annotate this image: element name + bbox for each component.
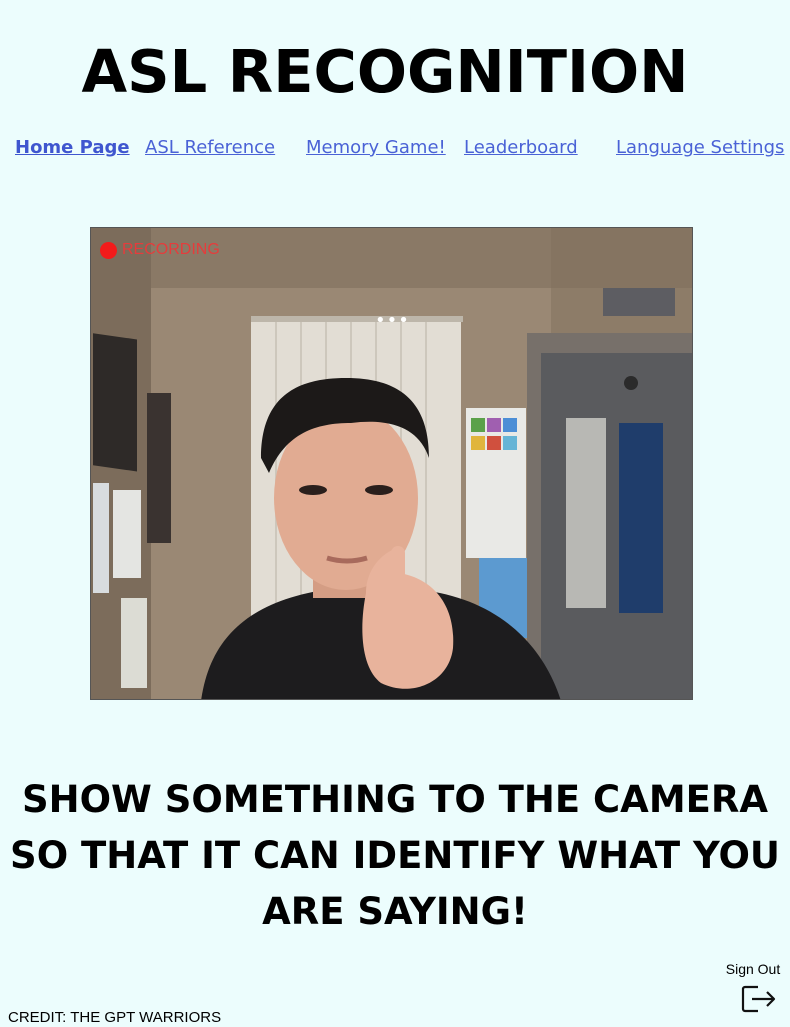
nav-link-memory-game[interactable]: Memory Game! (306, 136, 446, 160)
nav-link-asl-reference[interactable]: ASL Reference (145, 136, 275, 160)
instruction-line: ARE SAYING! (262, 890, 528, 933)
camera-video-frame (91, 228, 692, 699)
recording-dot-icon (100, 241, 117, 259)
nav-link-home[interactable]: Home Page (15, 136, 130, 160)
nav-link-leaderboard[interactable]: Leaderboard (464, 136, 578, 160)
more-horizontal-icon[interactable]: ••• (375, 312, 410, 330)
recording-indicator: RECORDING (100, 241, 220, 259)
page-title: ASL RECOGNITION (81, 37, 689, 106)
camera-feed[interactable]: RECORDING ••• (90, 227, 693, 700)
nav-link-language-settings[interactable]: Language Settings (616, 136, 784, 160)
log-out-icon (741, 985, 776, 1013)
sign-out-button[interactable]: Sign Out (720, 959, 786, 1015)
sign-out-label: Sign Out (725, 961, 781, 977)
recording-label: RECORDING (122, 241, 220, 258)
instruction-line: SHOW SOMETHING TO THE CAMERA (21, 778, 769, 821)
instruction-line: SO THAT IT CAN IDENTIFY WHAT YOU (10, 834, 780, 877)
instruction-text: SHOW SOMETHING TO THE CAMERA SO THAT IT … (0, 772, 790, 940)
credit-text: CREDIT: THE GPT WARRIORS (8, 1009, 222, 1026)
